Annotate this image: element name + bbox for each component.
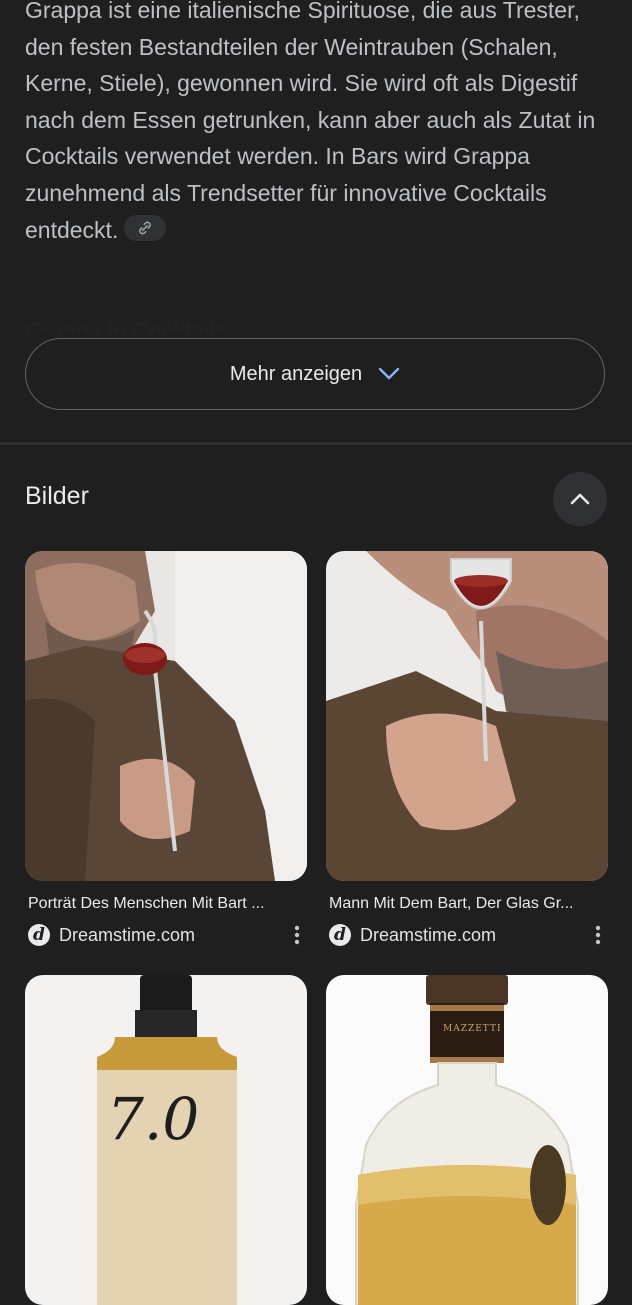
image-result-1[interactable]: Porträt Des Menschen Mit Bart ... d Drea… — [25, 551, 307, 947]
image-caption[interactable]: Porträt Des Menschen Mit Bart ... — [25, 895, 300, 913]
man-sniffing-grappa-image — [25, 551, 307, 881]
show-more-label: Mehr anzeigen — [229, 362, 363, 385]
man-holding-grappa-glass-image — [326, 551, 608, 881]
image-source[interactable]: d Dreamstime.com — [326, 923, 608, 947]
overview-text: Grappa ist eine italienische Spirituose,… — [25, 0, 615, 248]
image-source[interactable]: d Dreamstime.com — [25, 923, 307, 947]
image-thumbnail[interactable] — [25, 551, 307, 881]
chevron-up-icon — [570, 493, 590, 505]
collapse-section-button[interactable] — [553, 472, 607, 526]
chevron-down-icon — [378, 367, 400, 380]
image-thumbnail[interactable] — [326, 551, 608, 881]
image-thumbnail[interactable]: MAZZETTI — [326, 975, 608, 1305]
image-result-2[interactable]: Mann Mit Dem Bart, Der Glas Gr... d Drea… — [326, 551, 608, 947]
images-section-title: Bilder — [25, 482, 89, 510]
overview-paragraph: Grappa ist eine italienische Spirituose,… — [25, 0, 596, 243]
dreamstime-favicon-icon: d — [329, 924, 351, 946]
bottle-label-text: 7.0 — [107, 1085, 200, 1153]
more-vert-icon[interactable] — [287, 923, 307, 947]
image-thumbnail[interactable]: 7.0 — [25, 975, 307, 1305]
source-name: Dreamstime.com — [360, 924, 497, 945]
source-name: Dreamstime.com — [59, 924, 196, 945]
more-vert-icon[interactable] — [588, 923, 608, 947]
dreamstime-favicon-icon: d — [28, 924, 50, 946]
bottle-label-text: MAZZETTI — [443, 1024, 502, 1034]
image-result-4[interactable]: MAZZETTI — [326, 975, 608, 1305]
image-result-3[interactable]: 7.0 — [25, 975, 307, 1305]
link-icon — [139, 222, 152, 235]
source-link-chip[interactable] — [124, 215, 167, 242]
image-caption[interactable]: Mann Mit Dem Bart, Der Glas Gr... — [326, 895, 601, 913]
show-more-button[interactable]: Mehr anzeigen — [25, 338, 605, 410]
section-divider — [0, 442, 632, 445]
